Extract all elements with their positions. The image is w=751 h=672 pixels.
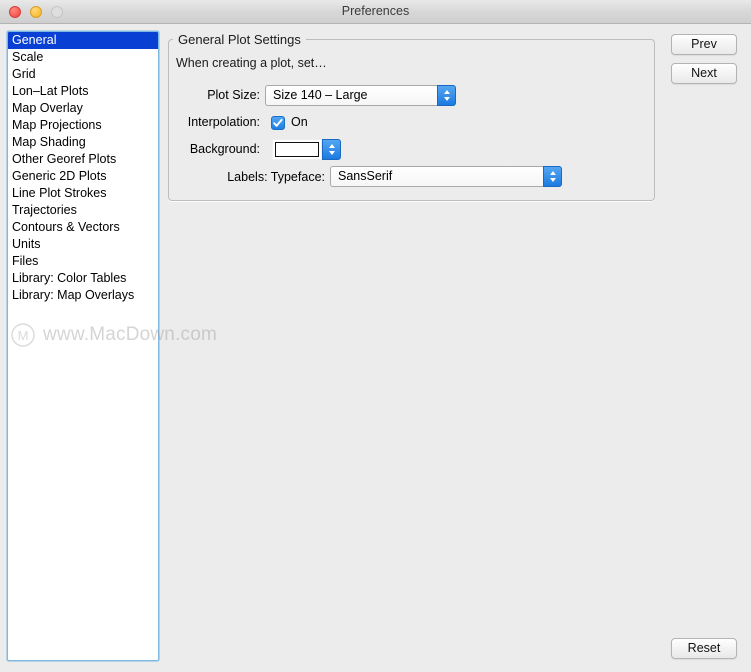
category-list[interactable]: General Scale Grid Lon–Lat Plots Map Overlay… [7,31,159,661]
sidebar-item-units[interactable]: Units [8,236,158,253]
background-color-control[interactable] [272,139,341,160]
sidebar-item-grid[interactable]: Grid [8,66,158,83]
intro-text: When creating a plot, set… [176,56,327,70]
sidebar-item-map-projections[interactable]: Map Projections [8,117,158,134]
sidebar-item-line-plot-strokes[interactable]: Line Plot Strokes [8,185,158,202]
typeface-value[interactable]: SansSerif [330,166,543,187]
interpolation-state-label: On [291,115,308,129]
next-button[interactable]: Next [671,63,737,84]
window-titlebar: Preferences [0,0,751,24]
sidebar-item-map-shading[interactable]: Map Shading [8,134,158,151]
background-label: Background: [189,142,260,156]
check-icon [273,118,283,127]
plot-size-value[interactable]: Size 140 – Large [265,85,437,106]
sidebar-item-contours-vectors[interactable]: Contours & Vectors [8,219,158,236]
sidebar-item-files[interactable]: Files [8,253,158,270]
sidebar-item-general[interactable]: General [8,32,158,49]
sidebar-item-trajectories[interactable]: Trajectories [8,202,158,219]
sidebar-item-lon-lat-plots[interactable]: Lon–Lat Plots [8,83,158,100]
chevron-updown-icon[interactable] [322,139,341,160]
sidebar-item-other-georef-plots[interactable]: Other Georef Plots [8,151,158,168]
prev-button[interactable]: Prev [671,34,737,55]
plot-size-label: Plot Size: [207,88,260,102]
reset-button[interactable]: Reset [671,638,737,659]
chevron-updown-icon[interactable] [437,85,456,106]
group-title: General Plot Settings [173,32,306,47]
chevron-updown-icon[interactable] [543,166,562,187]
background-color-well[interactable] [272,139,322,160]
sidebar-item-generic-2d-plots[interactable]: Generic 2D Plots [8,168,158,185]
typeface-label: Labels: Typeface: [227,170,325,184]
background-color-swatch [275,142,319,157]
plot-size-popup[interactable]: Size 140 – Large [265,85,456,106]
interpolation-checkbox[interactable] [271,116,285,130]
category-list-items: General Scale Grid Lon–Lat Plots Map Overlay… [8,32,158,304]
sidebar-item-scale[interactable]: Scale [8,49,158,66]
sidebar-item-map-overlay[interactable]: Map Overlay [8,100,158,117]
interpolation-label: Interpolation: [187,115,260,129]
sidebar-item-library-map-overlays[interactable]: Library: Map Overlays [8,287,158,304]
typeface-popup[interactable]: SansSerif [330,166,562,187]
sidebar-item-library-color-tables[interactable]: Library: Color Tables [8,270,158,287]
preferences-window: Preferences General Scale Grid Lon–Lat Plot… [0,0,751,672]
window-title: Preferences [341,4,410,18]
